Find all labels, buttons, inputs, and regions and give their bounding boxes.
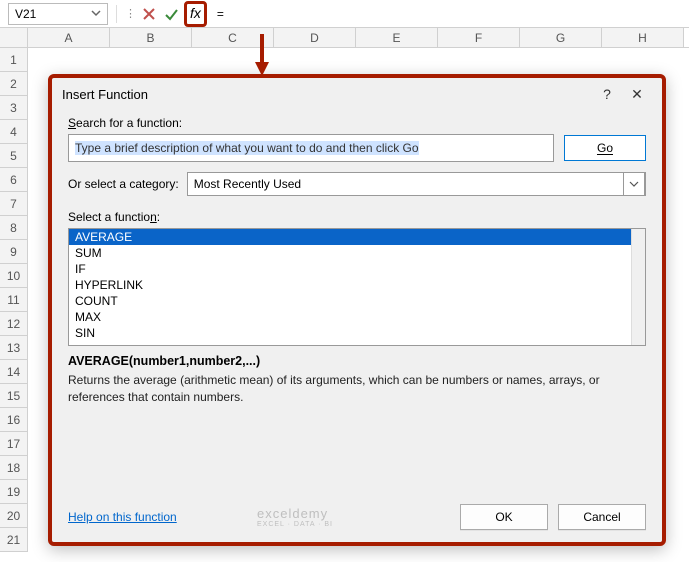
vertical-dots-icon: ⋮ [125, 7, 136, 20]
column-header[interactable]: E [356, 28, 438, 47]
list-item[interactable]: HYPERLINK [69, 277, 645, 293]
select-function-label: Select a function: [68, 210, 646, 224]
list-item[interactable]: MAX [69, 309, 645, 325]
list-item[interactable]: AVERAGE [69, 229, 645, 245]
watermark: exceldemy EXCEL · DATA · BI [257, 506, 333, 528]
row-header[interactable]: 15 [0, 384, 28, 408]
category-select[interactable]: Most Recently Used [187, 172, 646, 196]
dialog-title: Insert Function [62, 87, 148, 102]
row-header[interactable]: 14 [0, 360, 28, 384]
row-header[interactable]: 3 [0, 96, 28, 120]
category-label: Or select a category: [68, 177, 179, 191]
search-input[interactable]: Type a brief description of what you wan… [68, 134, 554, 162]
divider [116, 5, 117, 23]
function-list[interactable]: AVERAGE SUM IF HYPERLINK COUNT MAX SIN [68, 228, 646, 346]
cancel-button[interactable]: Cancel [558, 504, 646, 530]
row-header[interactable]: 9 [0, 240, 28, 264]
row-header[interactable]: 11 [0, 288, 28, 312]
formula-input[interactable]: = [211, 7, 681, 21]
dialog-titlebar[interactable]: Insert Function ? ✕ [52, 78, 662, 110]
column-header-row: A B C D E F G H [0, 28, 689, 48]
help-link[interactable]: Help on this function [68, 510, 177, 524]
help-icon[interactable]: ? [592, 86, 622, 102]
row-header[interactable]: 5 [0, 144, 28, 168]
list-item[interactable]: IF [69, 261, 645, 277]
row-header-col: 1 2 3 4 5 6 7 8 9 10 11 12 13 14 15 16 1… [0, 48, 28, 552]
function-signature: AVERAGE(number1,number2,...) [68, 354, 646, 368]
column-header[interactable]: D [274, 28, 356, 47]
row-header[interactable]: 4 [0, 120, 28, 144]
fx-label: fx [190, 5, 201, 21]
cancel-icon[interactable] [140, 5, 158, 23]
row-header[interactable]: 12 [0, 312, 28, 336]
close-icon[interactable]: ✕ [622, 86, 652, 103]
search-value: Type a brief description of what you wan… [75, 141, 419, 155]
column-header[interactable]: F [438, 28, 520, 47]
go-label: Go [597, 141, 613, 155]
row-header[interactable]: 17 [0, 432, 28, 456]
row-header[interactable]: 7 [0, 192, 28, 216]
row-header[interactable]: 21 [0, 528, 28, 552]
go-button[interactable]: Go [564, 135, 646, 161]
row-header[interactable]: 1 [0, 48, 28, 72]
function-description: Returns the average (arithmetic mean) of… [68, 372, 646, 407]
row-header[interactable]: 2 [0, 72, 28, 96]
list-item[interactable]: SUM [69, 245, 645, 261]
row-header[interactable]: 13 [0, 336, 28, 360]
row-header[interactable]: 18 [0, 456, 28, 480]
row-header[interactable]: 16 [0, 408, 28, 432]
row-header[interactable]: 10 [0, 264, 28, 288]
list-item[interactable]: SIN [69, 325, 645, 341]
row-header[interactable]: 6 [0, 168, 28, 192]
column-header[interactable]: A [28, 28, 110, 47]
insert-function-dialog: Insert Function ? ✕ Search for a functio… [48, 74, 666, 546]
search-label: Search for a function: [68, 116, 646, 130]
insert-function-button[interactable]: fx [184, 1, 207, 27]
row-header[interactable]: 20 [0, 504, 28, 528]
formula-value: = [217, 7, 224, 21]
column-header[interactable]: H [602, 28, 684, 47]
list-item[interactable]: COUNT [69, 293, 645, 309]
row-header[interactable]: 8 [0, 216, 28, 240]
row-header[interactable]: 19 [0, 480, 28, 504]
dialog-body: Search for a function: Type a brief desc… [52, 110, 662, 417]
name-box-value: V21 [15, 7, 36, 21]
scrollbar[interactable] [631, 229, 645, 345]
ok-button[interactable]: OK [460, 504, 548, 530]
column-header[interactable]: G [520, 28, 602, 47]
formula-bar: V21 ⋮ fx = [0, 0, 689, 28]
chevron-down-icon[interactable] [91, 7, 101, 21]
name-box[interactable]: V21 [8, 3, 108, 25]
column-header[interactable]: B [110, 28, 192, 47]
dialog-footer: Help on this function exceldemy EXCEL · … [68, 504, 646, 530]
category-value: Most Recently Used [194, 177, 301, 191]
callout-arrow-icon [252, 34, 272, 83]
enter-icon[interactable] [162, 5, 180, 23]
select-all-corner[interactable] [0, 28, 28, 47]
chevron-down-icon[interactable] [623, 172, 645, 196]
